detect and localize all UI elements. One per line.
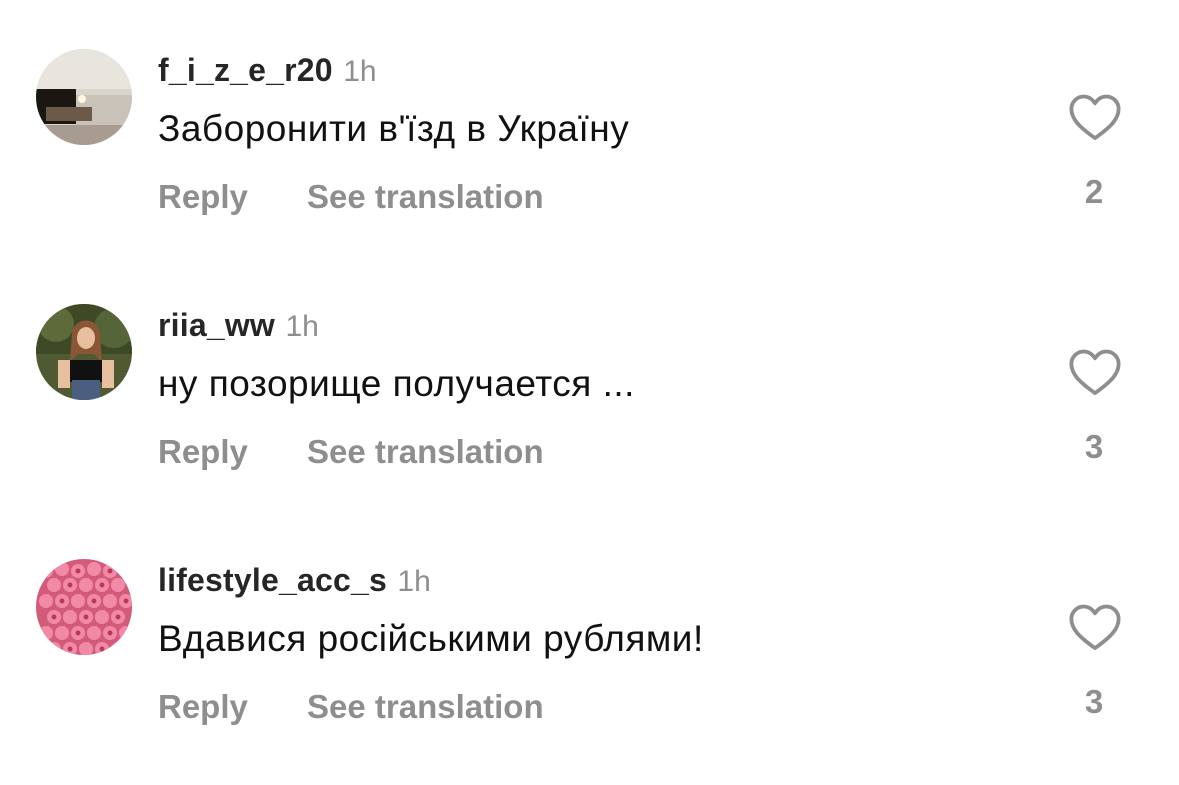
heart-outline-icon[interactable] bbox=[1068, 347, 1122, 401]
comment-item: f_i_z_e_r20 1h Заборонити в'їзд в Україн… bbox=[0, 0, 1179, 215]
reply-button[interactable]: Reply bbox=[158, 178, 248, 215]
timestamp: 1h bbox=[343, 55, 377, 88]
username[interactable]: riia_ww bbox=[158, 307, 275, 343]
avatar-image bbox=[36, 304, 132, 400]
comment-text: Заборонити в'їзд в Україну bbox=[158, 108, 630, 149]
timestamp: 1h bbox=[285, 310, 319, 343]
comment-actions: Reply See translation bbox=[158, 175, 544, 219]
comment-text: Вдавися російськими рублями! bbox=[158, 618, 704, 659]
avatar-image bbox=[36, 559, 132, 655]
like-count[interactable]: 3 bbox=[1064, 425, 1124, 469]
heart-outline-icon[interactable] bbox=[1068, 602, 1122, 656]
comment-item: riia_ww 1h ну позорище получается ... Re… bbox=[0, 255, 1179, 470]
username[interactable]: f_i_z_e_r20 bbox=[158, 52, 333, 88]
avatar-image bbox=[36, 49, 132, 145]
timestamp: 1h bbox=[397, 565, 431, 598]
comment-actions: Reply See translation bbox=[158, 685, 544, 729]
comment-text: ну позорище получается ... bbox=[158, 363, 635, 404]
avatar[interactable] bbox=[36, 49, 132, 145]
like-count[interactable]: 2 bbox=[1064, 170, 1124, 214]
comments-list: f_i_z_e_r20 1h Заборонити в'їзд в Україн… bbox=[0, 0, 1179, 785]
comment-actions: Reply See translation bbox=[158, 430, 544, 474]
avatar[interactable] bbox=[36, 559, 132, 655]
heart-outline-icon[interactable] bbox=[1068, 92, 1122, 146]
see-translation-button[interactable]: See translation bbox=[307, 178, 544, 215]
see-translation-button[interactable]: See translation bbox=[307, 688, 544, 725]
reply-button[interactable]: Reply bbox=[158, 688, 248, 725]
reply-button[interactable]: Reply bbox=[158, 433, 248, 470]
comment-meta: riia_ww 1h bbox=[158, 305, 319, 345]
comment-item: lifestyle_acc_s 1h Вдавися російськими р… bbox=[0, 510, 1179, 725]
avatar[interactable] bbox=[36, 304, 132, 400]
like-count[interactable]: 3 bbox=[1064, 680, 1124, 724]
comment-meta: f_i_z_e_r20 1h bbox=[158, 50, 377, 90]
see-translation-button[interactable]: See translation bbox=[307, 433, 544, 470]
comment-meta: lifestyle_acc_s 1h bbox=[158, 560, 431, 600]
username[interactable]: lifestyle_acc_s bbox=[158, 562, 387, 598]
